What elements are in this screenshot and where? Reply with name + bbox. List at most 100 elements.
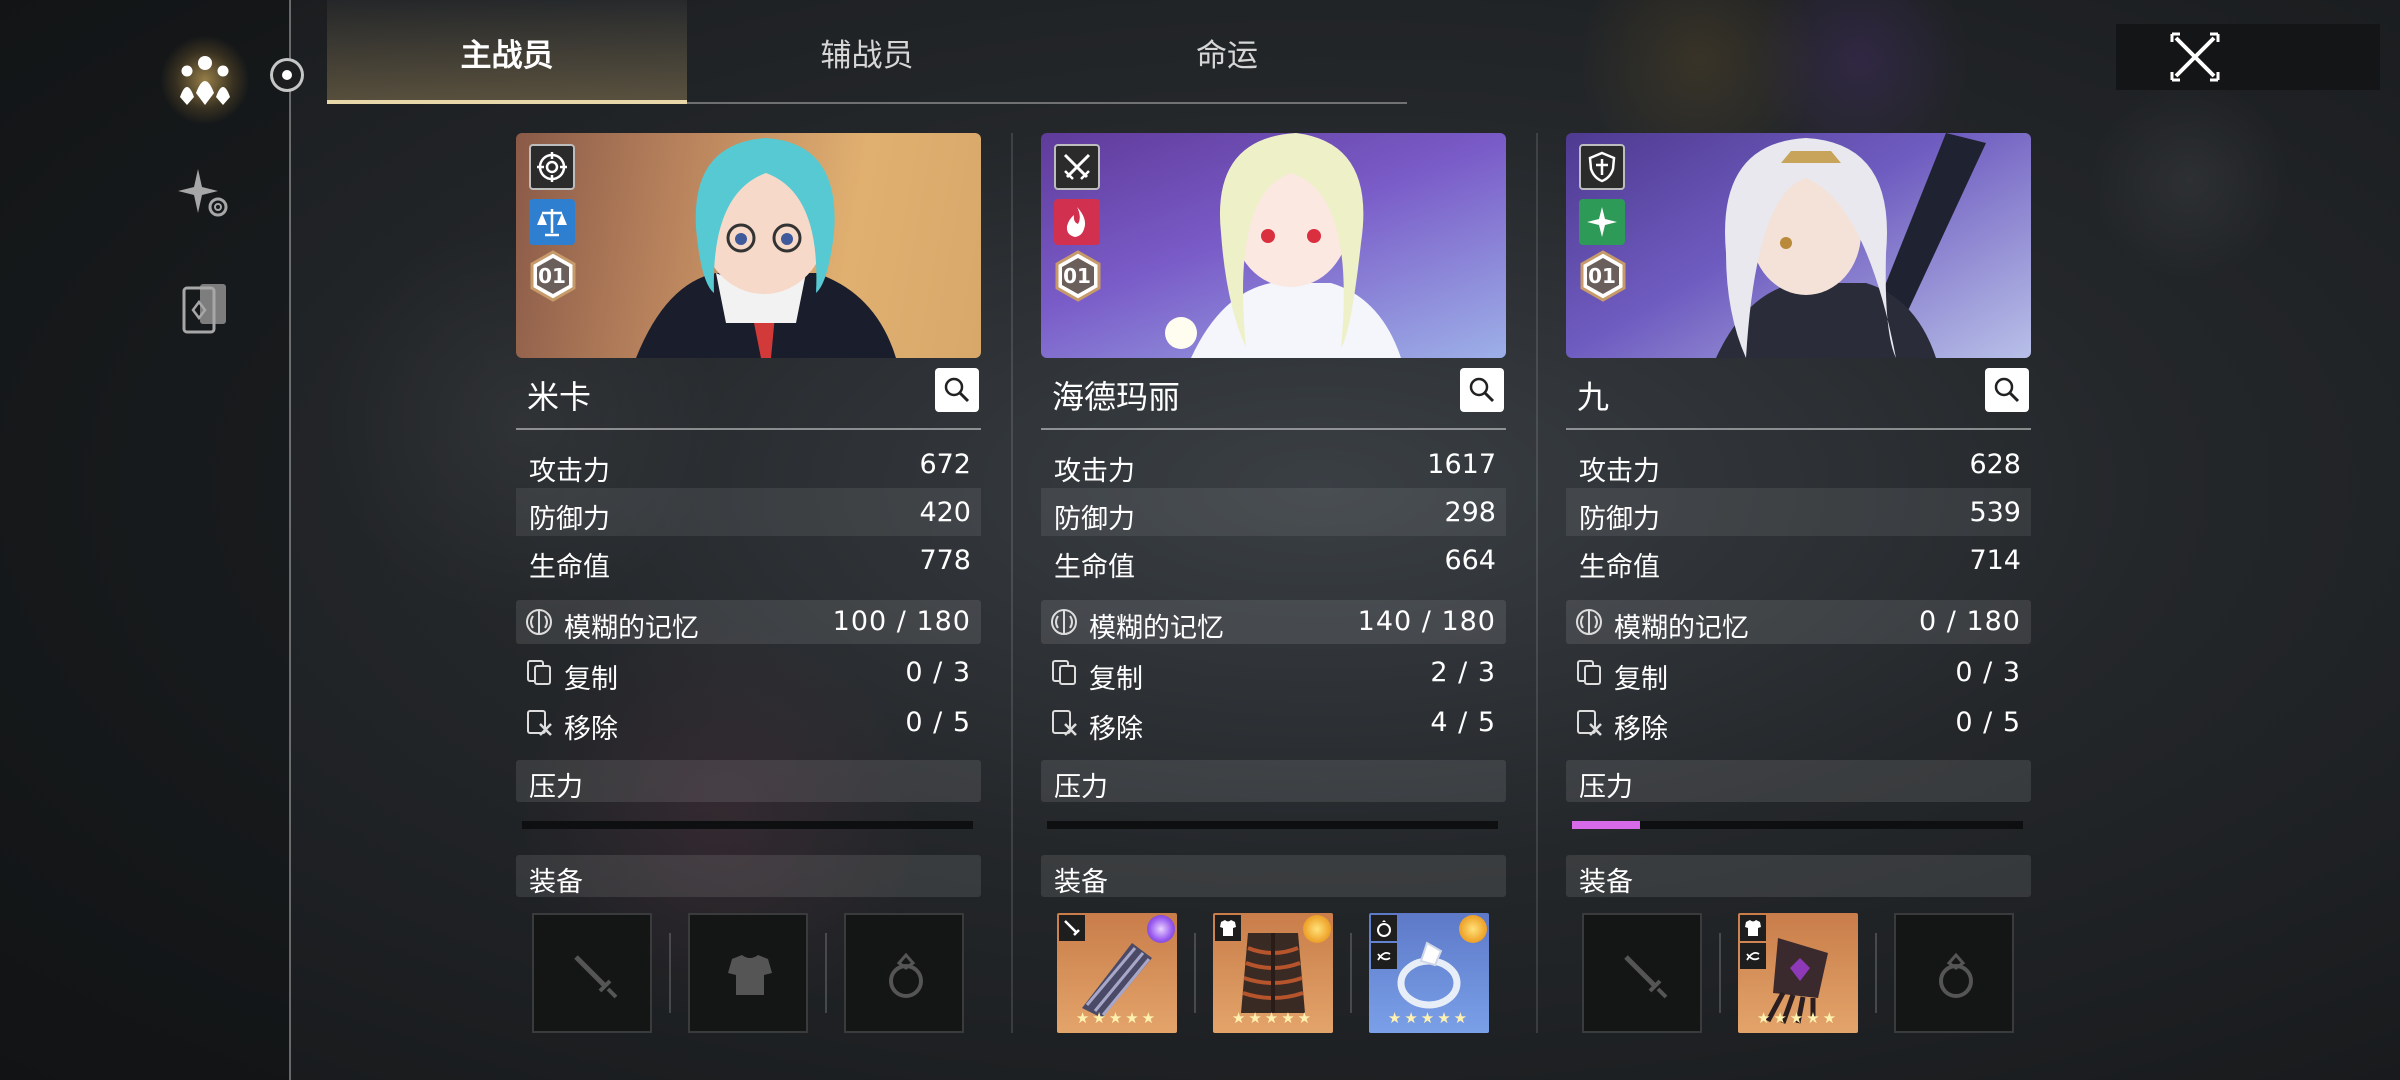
character-card-hedmarie: 01 海德玛丽 攻击力 1617 防御力 298 生命值 664 模糊的记忆 140 …: [1041, 133, 1506, 1033]
character-name: 海德玛丽: [1052, 378, 1181, 416]
character-name: 米卡: [527, 378, 592, 416]
flame-icon: [1066, 207, 1086, 237]
armor-type-badge: [1740, 915, 1766, 941]
rank-label: 01: [538, 264, 566, 288]
search-icon: [1469, 377, 1495, 403]
tab-fate[interactable]: 命运: [1047, 0, 1407, 104]
sidebar-item-sparkle[interactable]: [160, 147, 250, 237]
inspect-button[interactable]: [1460, 368, 1504, 412]
sidebar-item-cards[interactable]: [160, 262, 250, 352]
memory-row: 模糊的记忆 0 / 180: [1566, 600, 2031, 644]
armor-slot[interactable]: ★★★★★: [1213, 913, 1333, 1033]
slot-divider: [1194, 933, 1196, 1013]
remove-row: 移除 0 / 5: [516, 698, 981, 748]
armor-icon: [1745, 920, 1761, 936]
crew-icon: [180, 56, 230, 105]
brain-icon: [1051, 609, 1077, 635]
stress-header: 压力: [1566, 760, 2031, 803]
tab-support-crew[interactable]: 辅战员: [687, 0, 1047, 104]
tab-active-indicator: [327, 100, 687, 104]
weapon-slot[interactable]: ★★★★★: [1057, 913, 1177, 1033]
stat-attack: 攻击力 628: [1579, 449, 2021, 487]
brain-icon: [526, 609, 552, 635]
class-badge: [529, 144, 575, 190]
rarity-stars: ★★★★★: [1756, 1009, 1840, 1027]
element-badge: [529, 199, 575, 245]
rarity-stars: ★★★★★: [1075, 1009, 1159, 1027]
memory-row: 模糊的记忆 100 / 180: [516, 600, 981, 644]
equipment-header: 装备: [1566, 855, 2031, 898]
ring-slot[interactable]: ★★★★★: [1369, 913, 1489, 1033]
equipment-header: 装备: [516, 855, 981, 898]
stress-header: 压力: [516, 760, 981, 803]
copy-row: 复制 0 / 3: [516, 648, 981, 698]
inspect-button[interactable]: [935, 368, 979, 412]
character-portrait[interactable]: 01: [1041, 133, 1506, 358]
slot-divider: [825, 933, 827, 1013]
ring-slot[interactable]: [844, 913, 964, 1033]
portrait-art: [1716, 133, 1986, 358]
stat-defense: 防御力 420: [516, 488, 981, 536]
effect-badge: [1740, 943, 1766, 969]
stat-defense: 防御力 298: [1041, 488, 1506, 536]
copy-card-icon: [1052, 660, 1076, 685]
memory-row: 模糊的记忆 140 / 180: [1041, 600, 1506, 644]
close-button[interactable]: [2116, 24, 2380, 90]
stat-attack: 攻击力 672: [529, 449, 971, 487]
column-divider: [1536, 133, 1538, 1033]
weapon-slot[interactable]: [532, 913, 652, 1033]
close-icon: [2170, 32, 2220, 82]
character-name-row: 米卡: [516, 358, 981, 430]
ring-icon: [889, 952, 923, 998]
slot-divider: [1875, 933, 1877, 1013]
tab-main-crew[interactable]: 主战员: [327, 0, 687, 104]
weapon-slot[interactable]: [1582, 913, 1702, 1033]
chain-icon: [1377, 951, 1391, 961]
slot-divider: [1719, 933, 1721, 1013]
search-icon: [944, 377, 970, 403]
ring-slot[interactable]: [1894, 913, 2014, 1033]
chain-icon: [1746, 951, 1760, 961]
class-badge: [1054, 144, 1100, 190]
copy-row: 复制 0 / 3: [1566, 648, 2031, 698]
shield-icon: [1588, 151, 1616, 183]
rank-badge: 01: [529, 250, 576, 302]
sidebar-item-crew[interactable]: [160, 35, 250, 125]
slot-divider: [669, 933, 671, 1013]
rank-badge: 01: [1054, 250, 1101, 302]
inspect-button[interactable]: [1985, 368, 2029, 412]
stress-header: 压力: [1041, 760, 1506, 803]
stress-fill: [1572, 821, 1640, 829]
remove-card-icon: [1052, 710, 1077, 736]
sparkle-icon: [178, 169, 228, 217]
equipment-slots: ★★★★★: [1566, 897, 2031, 1033]
armor-slot[interactable]: ★★★★★: [1738, 913, 1858, 1033]
armor-icon: [728, 955, 772, 995]
remove-card-icon: [1577, 710, 1602, 736]
armor-slot[interactable]: [688, 913, 808, 1033]
character-card-nine: 01 九 攻击力 628 防御力 539 生命值 714 模糊的记忆 0 / 180 …: [1566, 133, 2031, 1033]
armor-icon: [1220, 920, 1236, 936]
character-portrait[interactable]: 01: [516, 133, 981, 358]
class-badge: [1579, 144, 1625, 190]
card-deck-icon: [182, 284, 226, 334]
remove-card-icon: [527, 710, 552, 736]
rank-label: 01: [1063, 264, 1091, 288]
character-portrait[interactable]: 01: [1566, 133, 2031, 358]
character-name-row: 九: [1566, 358, 2031, 430]
sun-icon: [1303, 915, 1331, 943]
portrait-art: [636, 138, 896, 358]
armor-type-badge: [1215, 915, 1241, 941]
rank-badge: 01: [1579, 250, 1626, 302]
search-icon: [1994, 377, 2020, 403]
copy-row: 复制 2 / 3: [1041, 648, 1506, 698]
stat-hp: 生命值 664: [1054, 545, 1496, 583]
ring-icon: [1939, 952, 1973, 998]
sword-icon: [1064, 920, 1080, 936]
character-name-row: 海德玛丽: [1041, 358, 1506, 430]
ring-type-badge: [1371, 915, 1397, 941]
remove-row: 移除 4 / 5: [1041, 698, 1506, 748]
ring-icon: [1377, 920, 1391, 937]
stress-bar: [1572, 821, 2023, 829]
character-name: 九: [1577, 378, 1610, 416]
